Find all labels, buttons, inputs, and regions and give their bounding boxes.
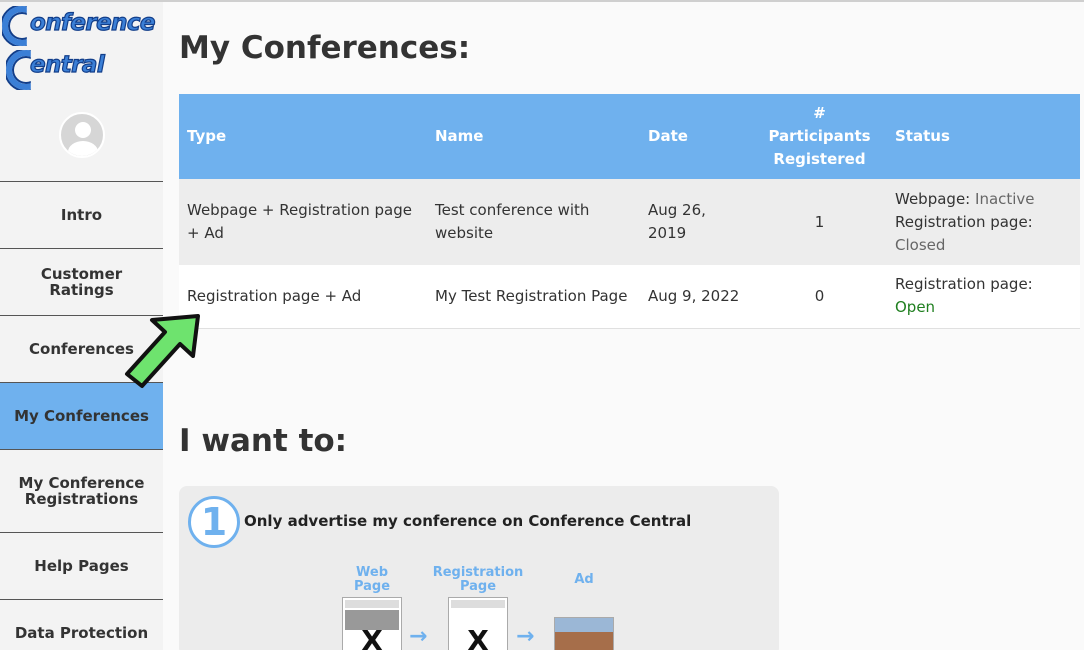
sidebar-nav: Intro Customer Ratings Conferences My Co… [0, 181, 163, 650]
avatar-body [68, 141, 98, 156]
conferences-table: Type Name Date # Participants Registered… [179, 94, 1080, 329]
table-row[interactable]: Registration page + Ad My Test Registrat… [179, 265, 1080, 328]
header-participants-l3: Registered [773, 150, 866, 168]
cell-name[interactable]: My Test Registration Page [427, 265, 640, 328]
ad-town-image [555, 632, 613, 650]
status-webpage-value: Inactive [975, 189, 1035, 208]
option-title: Only advertise my conference on Conferen… [244, 512, 692, 530]
status-reg-label: Registration page: [895, 212, 1033, 231]
table-row[interactable]: Webpage + Registration page + Ad Test co… [179, 179, 1080, 265]
step-label-line: Page [353, 579, 391, 594]
logo-line1: onference [29, 9, 156, 36]
avatar-head [75, 122, 91, 138]
arrow-right-icon: → [516, 624, 535, 649]
step-label-line: Web [356, 565, 388, 580]
registration-page-thumbnail: X [448, 597, 508, 650]
section-title-i-want-to: I want to: [179, 423, 348, 459]
x-mark-icon: X [361, 624, 383, 650]
sidebar-item-data-protection[interactable]: Data Protection [0, 599, 163, 650]
cell-participants: 1 [814, 212, 825, 231]
sidebar-item-label: Data Protection [14, 624, 149, 642]
sidebar-item-label: Intro [60, 206, 103, 224]
sidebar-item-intro[interactable]: Intro [0, 181, 163, 248]
x-mark-icon: X [467, 624, 489, 650]
cell-type: Registration page + Ad [187, 286, 362, 305]
cell-status: Registration page: Open [887, 265, 1080, 328]
ad-thumbnail [554, 617, 614, 650]
status-webpage-label: Webpage: [895, 189, 971, 208]
conference-central-logo[interactable]: onference entral [0, 2, 163, 94]
table-header-row: Type Name Date # Participants Registered… [179, 94, 1080, 179]
logo-line2: entral [29, 51, 105, 78]
header-type: Type [187, 127, 227, 145]
option-card-advertise[interactable]: 1 Only advertise my conference on Confer… [179, 486, 779, 650]
step-label-webpage: Web Page [342, 566, 402, 594]
sidebar-item-label: Customer Ratings [40, 265, 123, 299]
thumb-header-bar [451, 600, 505, 608]
cell-participants: 0 [814, 286, 825, 305]
status-reg-value: Open [895, 298, 936, 317]
green-pointer-arrow-icon [125, 314, 200, 388]
sidebar-item-customer-ratings[interactable]: Customer Ratings [0, 248, 163, 315]
header-name: Name [435, 127, 484, 145]
sidebar-item-label: My Conferences [14, 407, 149, 425]
sidebar-item-my-conferences[interactable]: My Conferences [0, 382, 163, 449]
step-label-line: Page [459, 579, 497, 594]
header-participants: # Participants Registered [752, 94, 887, 179]
header-status: Status [895, 127, 950, 145]
step-label-ad: Ad [574, 572, 594, 587]
header-participants-l2: Participants [768, 127, 871, 145]
cell-date: Aug 9, 2022 [648, 286, 740, 305]
status-reg-label: Registration page: [895, 275, 1033, 294]
option-number-badge: 1 [188, 496, 240, 548]
ad-sky [555, 618, 613, 632]
arrow-right-icon: → [409, 624, 428, 649]
sidebar-item-label: Conferences [29, 340, 134, 358]
sidebar-item-label: My Conference Registrations [18, 474, 145, 508]
header-participants-l1: # [813, 104, 826, 122]
page-title: My Conferences: [179, 30, 471, 66]
sidebar-item-help-pages[interactable]: Help Pages [0, 532, 163, 599]
step-label-line: Registration [432, 565, 524, 580]
status-reg-value: Closed [895, 235, 946, 254]
cell-status: Webpage: Inactive Registration page: Clo… [887, 179, 1080, 265]
avatar[interactable] [59, 112, 105, 158]
header-date: Date [648, 127, 688, 145]
webpage-thumbnail: X [342, 597, 402, 650]
thumb-header-bar [345, 600, 399, 608]
step-label-registration-page: Registration Page [432, 566, 524, 594]
cell-name[interactable]: Test conference with website [427, 179, 640, 265]
cell-type: Webpage + Registration page + Ad [187, 201, 412, 242]
sidebar-item-my-conference-registrations[interactable]: My Conference Registrations [0, 449, 163, 532]
cell-date: Aug 26, 2019 [648, 201, 706, 242]
sidebar-item-label: Help Pages [34, 557, 129, 575]
